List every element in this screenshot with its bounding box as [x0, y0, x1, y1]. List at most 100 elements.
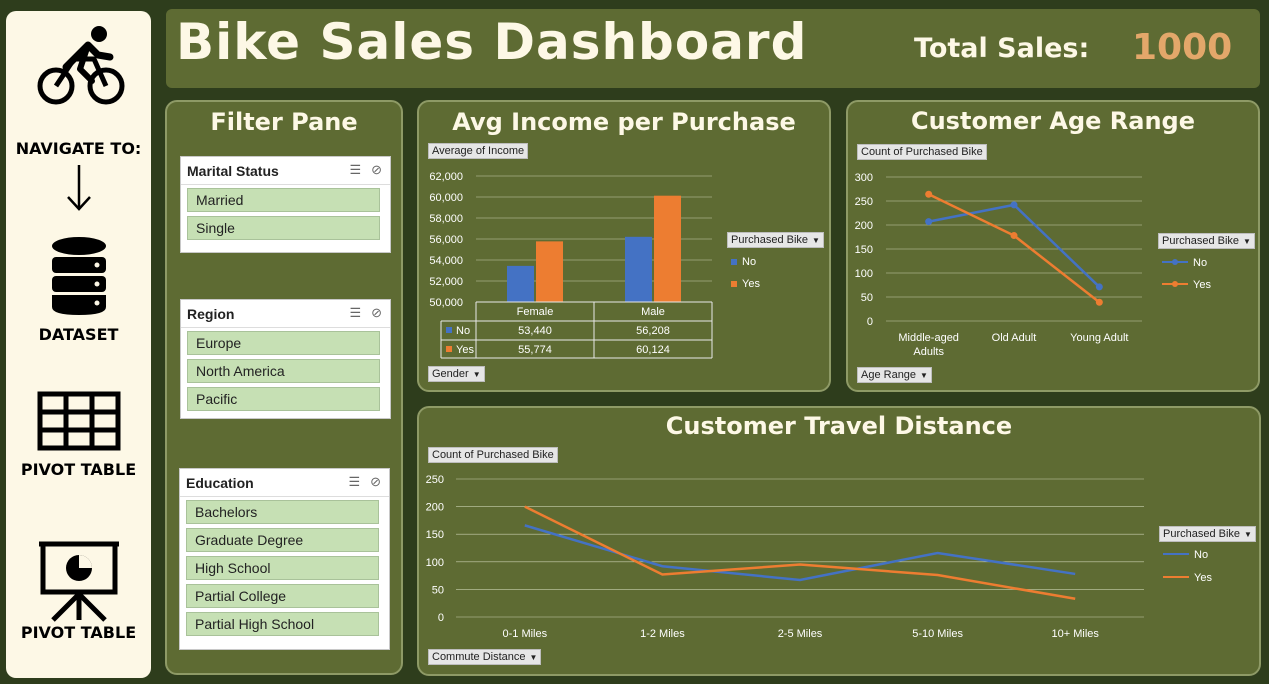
navigation-panel: NAVIGATE TO: DATASET PIVOT TABLE PIVOT T…	[6, 11, 151, 678]
legend-label-yes: Yes	[1193, 279, 1211, 291]
distance-line-chart: 0 50 100 150 200 250 0-1 Miles 1-2 Miles 2-5 Mi…	[426, 474, 1213, 640]
legend-label-no: No	[1194, 549, 1208, 561]
series-line-no	[928, 203, 1101, 288]
multi-select-icon[interactable]: ☰	[348, 474, 360, 489]
x-category-label: Male	[641, 306, 665, 318]
y-tick-label: 56,000	[429, 234, 463, 246]
y-tick-label: 0	[867, 316, 873, 328]
y-tick-label: 150	[426, 529, 444, 541]
bar-no-male	[625, 236, 652, 302]
y-tick-label: 100	[426, 557, 444, 569]
data-point-no	[1095, 283, 1103, 291]
y-tick-label: 200	[426, 502, 444, 514]
dashboard-title: Bike Sales Dashboard	[176, 13, 808, 71]
slicer-title: Marital Status	[187, 163, 279, 179]
table-row-label: Yes	[456, 344, 474, 356]
x-category-label: 10+ Miles	[1052, 628, 1100, 640]
series-line-yes	[928, 193, 1101, 304]
database-icon[interactable]	[51, 235, 107, 315]
bar-no-female	[507, 265, 534, 302]
grid-table-icon[interactable]	[37, 391, 121, 451]
y-tick-label: 58,000	[429, 213, 463, 225]
slicer-item-bachelors[interactable]: Bachelors	[186, 500, 379, 524]
total-sales-value: 1000	[1132, 27, 1233, 68]
y-tick-label: 54,000	[429, 255, 463, 267]
arrow-down-icon	[67, 165, 91, 211]
y-tick-label: 250	[855, 196, 873, 208]
series-line-no	[524, 524, 1076, 582]
table-row-label: No	[456, 325, 470, 337]
legend-label-no: No	[1193, 257, 1207, 269]
legend-label-no: No	[742, 256, 756, 268]
table-cell: 56,208	[636, 325, 670, 337]
y-tick-label: 100	[855, 268, 873, 280]
filter-pane: Filter Pane Marital Status ☰ ⊘ Married Si…	[165, 100, 403, 675]
income-chart-panel: Avg Income per Purchase Average of Incom…	[417, 100, 831, 392]
slicer-item-partial-high-school[interactable]: Partial High School	[186, 612, 379, 636]
slicer-item-single[interactable]: Single	[187, 216, 380, 240]
bicycle-icon	[37, 26, 125, 105]
data-point-no	[925, 218, 933, 226]
y-tick-label: 200	[855, 220, 873, 232]
x-category-label: Female	[517, 306, 554, 318]
region-slicer[interactable]: Region ☰ ⊘ Europe North America Pacific	[180, 299, 391, 419]
bar-yes-male	[654, 195, 681, 302]
slicer-item-high-school[interactable]: High School	[186, 556, 379, 580]
y-tick-label: 62,000	[429, 171, 463, 183]
x-category-label: 1-2 Miles	[640, 628, 685, 640]
nav-pivot-table-link-1[interactable]: PIVOT TABLE	[6, 460, 151, 479]
slicer-item-graduate-degree[interactable]: Graduate Degree	[186, 528, 379, 552]
y-tick-label: 52,000	[429, 276, 463, 288]
age-chart-panel: Customer Age Range Count of Purchased Bi…	[846, 100, 1260, 392]
slicer-title: Education	[186, 475, 254, 491]
x-category-label: Old Adult	[992, 332, 1037, 344]
clear-filter-icon[interactable]: ⊘	[371, 162, 382, 177]
marital-status-slicer[interactable]: Marital Status ☰ ⊘ Married Single	[180, 156, 391, 253]
legend-label-yes: Yes	[1194, 572, 1212, 584]
y-tick-label: 0	[438, 612, 444, 624]
table-swatch	[446, 327, 452, 333]
table-cell: 55,774	[518, 344, 552, 356]
nav-dataset-link[interactable]: DATASET	[6, 325, 151, 344]
series-line-yes	[524, 505, 1076, 601]
slicer-item-europe[interactable]: Europe	[187, 331, 380, 355]
table-swatch	[446, 346, 452, 352]
education-slicer[interactable]: Education ☰ ⊘ Bachelors Graduate Degree H…	[179, 468, 390, 650]
slicer-title: Region	[187, 306, 235, 322]
navigate-to-label: NAVIGATE TO:	[15, 139, 142, 158]
presentation-chart-icon[interactable]	[39, 538, 119, 622]
dashboard-header: Bike Sales Dashboard Total Sales: 1000	[166, 9, 1260, 88]
multi-select-icon[interactable]: ☰	[349, 305, 361, 320]
y-tick-label: 60,000	[429, 192, 463, 204]
nav-pivot-table-link-2[interactable]: PIVOT TABLE	[6, 623, 151, 642]
y-tick-label: 250	[426, 474, 444, 486]
clear-filter-icon[interactable]: ⊘	[371, 305, 382, 320]
x-category-label: 0-1 Miles	[502, 628, 547, 640]
y-tick-label: 150	[855, 244, 873, 256]
slicer-item-partial-college[interactable]: Partial College	[186, 584, 379, 608]
x-category-label: Young Adult	[1070, 332, 1128, 344]
y-tick-label: 300	[855, 172, 873, 184]
data-point-no	[1010, 201, 1018, 209]
y-tick-label: 50	[861, 292, 873, 304]
filter-pane-title: Filter Pane	[210, 108, 358, 136]
slicer-item-married[interactable]: Married	[187, 188, 380, 212]
x-category-label: Middle-aged	[898, 332, 959, 344]
data-point-yes	[1010, 232, 1018, 240]
distance-chart-panel: Customer Travel Distance Count of Purcha…	[417, 406, 1261, 676]
slicer-item-north-america[interactable]: North America	[187, 359, 380, 383]
legend-swatch-no	[731, 259, 737, 265]
y-tick-label: 50	[432, 584, 444, 596]
slicer-item-pacific[interactable]: Pacific	[187, 387, 380, 411]
bar-yes-female	[536, 241, 563, 302]
table-cell: 53,440	[518, 325, 552, 337]
age-line-chart: 0 50 100 150 200 250 300 Middle-aged Adults Old …	[855, 172, 1212, 358]
clear-filter-icon[interactable]: ⊘	[370, 474, 381, 489]
x-category-label: 2-5 Miles	[778, 628, 823, 640]
income-bar-chart: 50,000 52,000 54,000 56,000 58,000 60,000 62,0…	[429, 171, 760, 359]
x-category-label: 5-10 Miles	[912, 628, 963, 640]
data-point-yes	[925, 190, 933, 198]
multi-select-icon[interactable]: ☰	[349, 162, 361, 177]
x-category-label: Adults	[913, 346, 944, 358]
legend-label-yes: Yes	[742, 278, 760, 290]
